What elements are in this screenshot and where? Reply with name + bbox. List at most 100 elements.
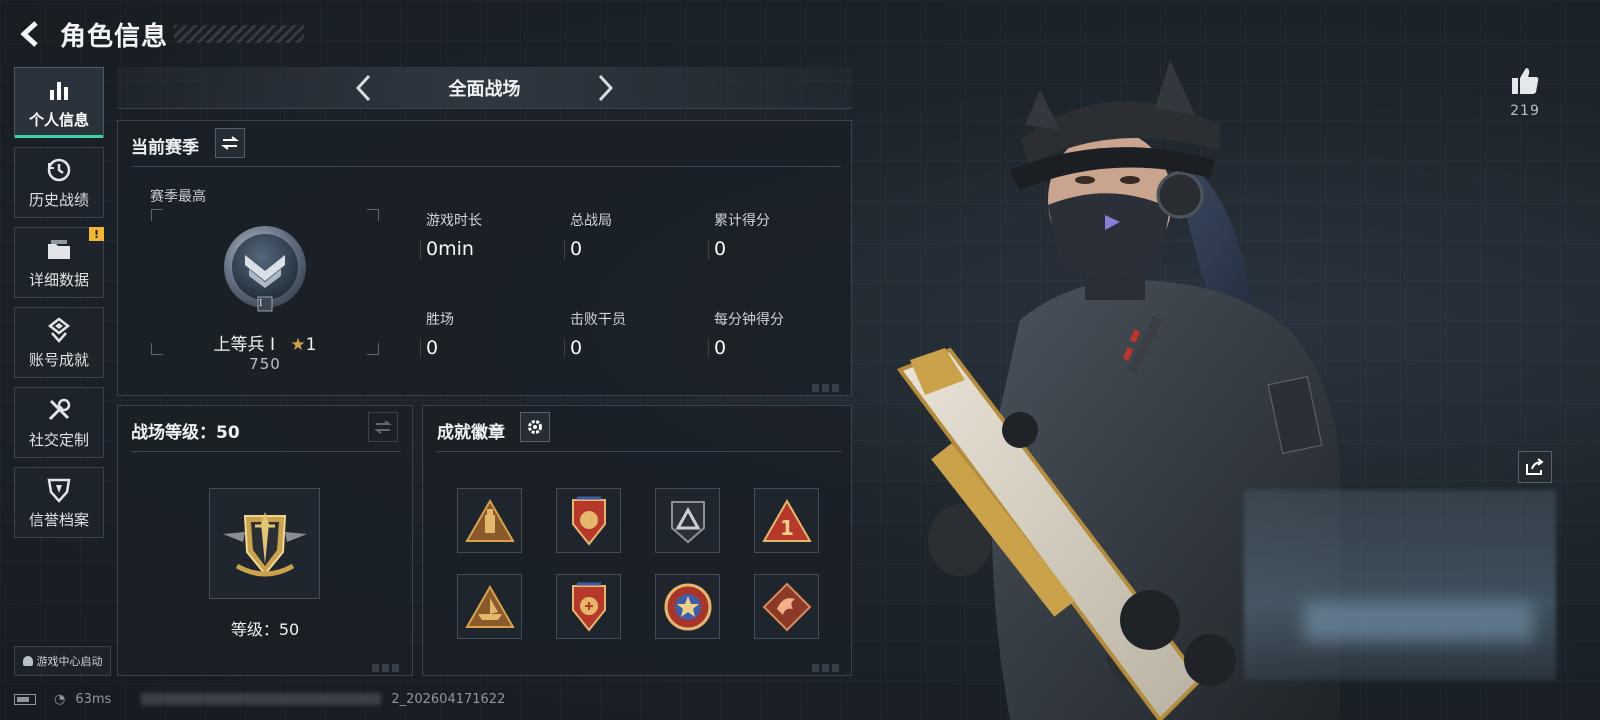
season-switch-button[interactable]	[215, 128, 245, 158]
round-star-badge-icon	[664, 583, 711, 630]
rank-tier: I	[259, 299, 263, 309]
mode-next-button[interactable]	[590, 72, 622, 104]
sidebar: 个人信息 历史战绩 ! 详细数据 账号成就 社交定制 信誉档案	[14, 67, 106, 547]
sidebar-item-label: 账号成就	[28, 350, 89, 369]
stat-total-score: 累计得分 0	[714, 210, 844, 260]
achievement-badge[interactable]	[556, 488, 621, 553]
sidebar-item-label: 个人信息	[28, 110, 89, 129]
history-icon	[45, 156, 73, 184]
alert-badge: !	[89, 227, 104, 241]
ping-value: 63ms	[75, 691, 112, 707]
panel-decoration	[372, 664, 402, 672]
like-button[interactable]	[1506, 62, 1544, 100]
reputation-icon	[45, 476, 73, 504]
stat-score-per-minute: 每分钟得分 0	[714, 309, 844, 359]
achievement-badge[interactable]	[655, 488, 720, 553]
status-bar: ◔ 63ms 2_202604171622	[14, 688, 505, 710]
achievement-icon	[45, 316, 73, 344]
season-title: 当前赛季	[131, 138, 199, 158]
boat-badge-icon	[464, 584, 515, 628]
achievement-badge[interactable]	[754, 574, 819, 639]
battlefield-level-label: 等级：50	[230, 620, 300, 639]
stat-value: 0	[426, 337, 439, 359]
sidebar-item-detailed-data[interactable]: ! 详细数据	[14, 227, 104, 298]
achievement-badge[interactable]	[457, 574, 522, 639]
achievement-badge[interactable]	[556, 574, 621, 639]
gear-icon	[528, 420, 542, 434]
folder-icon	[45, 236, 73, 264]
achievements-settings-button[interactable]	[520, 412, 550, 442]
stat-value: 0	[570, 337, 583, 359]
stat-label: 每分钟得分	[714, 312, 784, 328]
rank-points: 750	[249, 355, 281, 373]
divider	[708, 240, 709, 260]
thumbs-up-icon	[1512, 68, 1539, 94]
blurred-text	[141, 693, 382, 705]
shield-star-badge-icon	[571, 582, 606, 632]
stat-value: 0	[570, 238, 583, 260]
battlefield-emblem	[209, 488, 320, 599]
stat-label: 累计得分	[714, 213, 770, 229]
chevron-right-icon	[598, 74, 614, 102]
bell-icon	[22, 656, 33, 666]
stat-label: 胜场	[426, 312, 454, 328]
stat-play-time: 游戏时长 0min	[426, 210, 556, 260]
back-button[interactable]	[14, 17, 48, 51]
divider	[437, 451, 842, 452]
sidebar-item-label: 详细数据	[28, 270, 89, 289]
sidebar-item-label: 历史战绩	[28, 190, 89, 209]
sidebar-item-personal-info[interactable]: 个人信息	[14, 67, 104, 138]
sidebar-item-reputation[interactable]: 信誉档案	[14, 467, 104, 538]
divider	[564, 240, 565, 260]
stat-wins: 胜场 0	[426, 309, 556, 359]
chevron-left-icon	[355, 74, 371, 102]
share-button[interactable]	[1518, 451, 1552, 483]
sidebar-item-history[interactable]: 历史战绩	[14, 147, 104, 218]
divider	[564, 338, 565, 358]
build-id: 2_202604171622	[391, 691, 506, 707]
achievement-badge[interactable]: 1	[754, 488, 819, 553]
stat-total-matches: 总战局 0	[570, 210, 700, 260]
achievement-badge[interactable]	[655, 574, 720, 639]
mode-prev-button[interactable]	[347, 72, 379, 104]
dark-triangle-badge-icon	[670, 500, 705, 543]
ammo-badge-icon	[464, 498, 515, 542]
page-header: 角色信息	[14, 14, 305, 54]
divider	[420, 240, 421, 260]
sidebar-item-label: 社交定制	[28, 430, 89, 449]
panel-decoration	[812, 664, 842, 672]
achievements-title: 成就徽章	[437, 423, 505, 443]
divider	[131, 166, 841, 167]
sidebar-item-social[interactable]: 社交定制	[14, 387, 104, 458]
stat-value: 0	[714, 337, 727, 359]
stat-value: 0min	[426, 238, 474, 260]
number-one-badge-icon: 1	[761, 498, 812, 542]
sidebar-item-achievements[interactable]: 账号成就	[14, 307, 104, 378]
season-best-label: 赛季最高	[150, 189, 206, 205]
divider	[708, 338, 709, 358]
rank-name: 上等兵 Ⅰ ★1	[151, 330, 379, 355]
mode-switcher: 全面战场	[117, 67, 852, 109]
stat-kills: 击败干员 0	[570, 309, 700, 359]
stat-label: 游戏时长	[426, 213, 482, 229]
rank-emblem-icon	[224, 226, 306, 312]
star-icon: ★	[290, 335, 306, 355]
page-title: 角色信息	[60, 21, 169, 52]
launch-label: 游戏中心启动	[36, 655, 103, 668]
divider	[420, 338, 421, 358]
sidebar-item-label: 信誉档案	[28, 510, 89, 529]
back-arrow-icon	[20, 21, 38, 47]
rank-stars: 1	[305, 335, 317, 355]
panel-decoration	[812, 384, 842, 392]
winged-shield-icon	[222, 511, 307, 576]
battlefield-switch-button[interactable]	[368, 412, 398, 442]
divider	[131, 451, 401, 452]
game-center-launch-button[interactable]: 游戏中心启动	[14, 646, 111, 676]
achievement-badge[interactable]	[457, 488, 522, 553]
dragon-badge-icon	[762, 582, 811, 631]
swap-icon	[221, 136, 239, 150]
bar-chart-icon	[45, 76, 73, 104]
wifi-icon: ◔	[54, 691, 66, 707]
svg-text:1: 1	[780, 516, 794, 540]
rank-name-text: 上等兵 Ⅰ	[213, 335, 275, 355]
